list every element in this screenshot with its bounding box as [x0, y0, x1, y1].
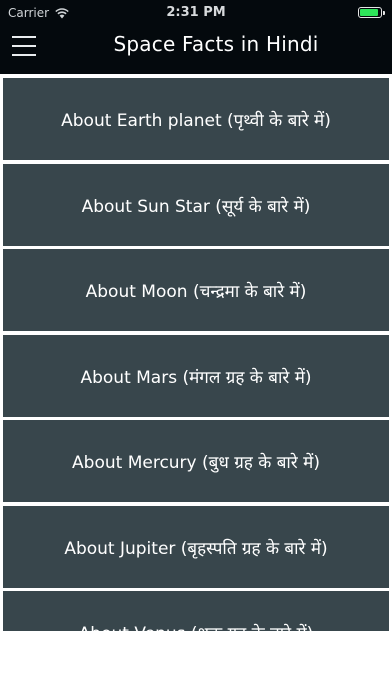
hamburger-menu-icon[interactable] — [12, 34, 38, 58]
status-right — [358, 7, 385, 18]
list-item-mars[interactable]: About Mars (मंगल ग्रह के बारे में) — [3, 335, 389, 417]
list-item-sun[interactable]: About Sun Star (सूर्य के बारे में) — [3, 164, 389, 246]
list-item-label: About Mars (मंगल ग्रह के बारे में) — [80, 367, 312, 388]
battery-fill — [360, 9, 378, 16]
list-item-mercury[interactable]: About Mercury (बुध ग्रह के बारे में) — [3, 420, 389, 502]
page-title: Space Facts in Hindi — [113, 32, 319, 56]
list-item-earth[interactable]: About Earth planet (पृथ्वी के बारे में) — [3, 78, 389, 160]
list-item-label: About Sun Star (सूर्य के बारे में) — [81, 196, 311, 217]
bottom-area — [0, 631, 392, 696]
menu-line — [12, 54, 36, 56]
menu-line — [12, 45, 36, 47]
status-bar: Carrier 2:31 PM — [0, 0, 392, 26]
facts-list: About Earth planet (पृथ्वी के बारे में) … — [0, 74, 392, 631]
list-item-label: About Mercury (बुध ग्रह के बारे में) — [72, 452, 320, 473]
list-item-label: About Venus (शुक्र ग्रह के बारे में) — [79, 621, 314, 632]
list-item-venus[interactable]: About Venus (शुक्र ग्रह के बारे में) — [3, 591, 389, 631]
navigation-bar: Space Facts in Hindi — [0, 26, 392, 74]
list-item-jupiter[interactable]: About Jupiter (बृहस्पति ग्रह के बारे में… — [3, 506, 389, 588]
battery-icon — [358, 7, 385, 18]
list-item-moon[interactable]: About Moon (चन्द्रमा के बारे में) — [3, 249, 389, 331]
list-item-label: About Earth planet (पृथ्वी के बारे में) — [61, 110, 331, 131]
list-item-label: About Jupiter (बृहस्पति ग्रह के बारे में… — [64, 538, 328, 559]
status-time: 2:31 PM — [166, 5, 226, 20]
list-item-label: About Moon (चन्द्रमा के बारे में) — [85, 281, 307, 302]
menu-line — [12, 36, 36, 38]
